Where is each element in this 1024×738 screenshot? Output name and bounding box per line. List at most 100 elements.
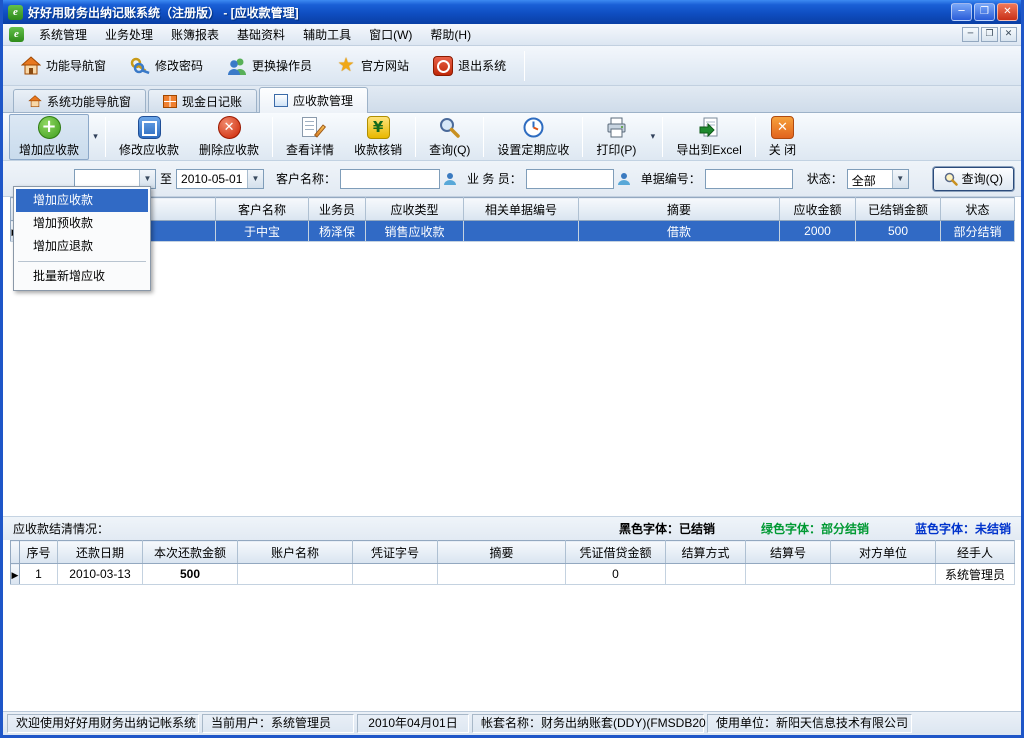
- tab-cash-journal[interactable]: 现金日记账: [148, 89, 257, 112]
- settlement-row[interactable]: ▶ 1 2010-03-13 500 0 系统管理员: [11, 564, 1015, 585]
- main-toolbar: 功能导航窗 修改密码 更换操作员 ★ 官方网站 退出系统: [3, 46, 1021, 86]
- status-company: 使用单位：新阳天信息技术有限公司: [707, 714, 912, 733]
- settlement-legend-bar: 应收款结清情况： 黑色字体：已结销 绿色字体：部分结销 蓝色字体：未结销: [3, 516, 1021, 540]
- col-header-settled: 已结销金额: [856, 198, 941, 221]
- cell-voucher-amount: 0: [566, 564, 666, 585]
- col-header-customer: 客户名称: [216, 198, 309, 221]
- settlement-header-row: 序号 还款日期 本次还款金额 账户名称 凭证字号 摘要 凭证借贷金额 结算方式 …: [11, 541, 1015, 564]
- menu-item-batch-add[interactable]: 批量新增应收: [16, 265, 148, 288]
- change-operator-button[interactable]: 更换操作员: [217, 52, 322, 80]
- print-button[interactable]: 打印(P): [586, 114, 646, 160]
- tab-system-nav[interactable]: 系统功能导航窗: [13, 89, 146, 112]
- salesman-label: 业 务 员：: [467, 170, 522, 187]
- date-to-combobox[interactable]: 2010-05-01 ▼: [176, 169, 264, 189]
- date-to-label: 至: [160, 170, 172, 187]
- title-bar: e 好好用财务出纳记账系统（注册版） - [应收款管理] ─ ❐ ✕: [3, 0, 1021, 24]
- exit-system-button[interactable]: 退出系统: [423, 52, 516, 80]
- export-excel-button[interactable]: 导出到Excel: [666, 114, 751, 160]
- cashbook-icon: [163, 95, 177, 108]
- col-header-summary: 摘要: [438, 541, 566, 564]
- query-button[interactable]: 查询(Q): [419, 114, 480, 160]
- legend-settled: 黑色字体：已结销: [619, 520, 715, 537]
- minimize-button[interactable]: ─: [951, 3, 972, 21]
- menu-basedata[interactable]: 基础资料: [228, 24, 294, 45]
- add-receivable-dropdown-menu: 增加应收款 增加预收款 增加应退款 批量新增应收: [13, 186, 151, 291]
- settle-payment-button[interactable]: ¥ 收款核销: [344, 114, 412, 160]
- receivable-icon: [274, 94, 288, 107]
- menu-bar: e 系统管理 业务处理 账簿报表 基础资料 辅助工具 窗口(W) 帮助(H) ─…: [3, 24, 1021, 46]
- search-icon: [944, 172, 958, 186]
- col-header-no: 序号: [20, 541, 58, 564]
- cell-summary: [438, 564, 566, 585]
- doc-number-label: 单据编号：: [641, 170, 701, 187]
- nav-window-button[interactable]: 功能导航窗: [11, 52, 116, 80]
- menu-window[interactable]: 窗口(W): [360, 24, 421, 45]
- toolbar-separator: [272, 117, 273, 157]
- col-header-type: 应收类型: [366, 198, 464, 221]
- row-selector: ▶: [11, 564, 20, 585]
- yen-icon: ¥: [367, 116, 390, 139]
- cell-repay-date: 2010-03-13: [58, 564, 143, 585]
- status-combobox[interactable]: 全部 ▼: [847, 169, 909, 189]
- customer-name-input[interactable]: [340, 169, 440, 189]
- cell-no: 1: [20, 564, 58, 585]
- mdi-child-icon: e: [9, 27, 24, 42]
- receivables-header-row: 客户名称 业务员 应收类型 相关单据编号 摘要 应收金额 已结销金额 状态: [11, 198, 1015, 221]
- cell-settled: 500: [856, 221, 941, 242]
- customer-person-icon: [443, 172, 457, 185]
- close-button[interactable]: ✕: [997, 3, 1018, 21]
- print-dropdown-arrow[interactable]: ▾: [646, 117, 659, 157]
- filter-query-button[interactable]: 查询(Q): [933, 167, 1014, 191]
- mdi-minimize-button[interactable]: ─: [962, 27, 979, 42]
- action-toolbar: + 增加应收款 ▾ 修改应收款 ✕ 删除应收款 查看详情 ¥ 收款核销 查询(Q…: [3, 113, 1021, 161]
- customer-name-label: 客户名称：: [276, 170, 336, 187]
- cell-handler: 系统管理员: [936, 564, 1015, 585]
- delete-receivable-button[interactable]: ✕ 删除应收款: [189, 114, 269, 160]
- add-receivable-button[interactable]: + 增加应收款: [9, 114, 89, 160]
- col-header-amount: 应收金额: [780, 198, 856, 221]
- maximize-button[interactable]: ❐: [974, 3, 995, 21]
- cell-repay-amount: 500: [143, 564, 238, 585]
- change-password-button[interactable]: 修改密码: [120, 52, 213, 80]
- cell-doc-no: [464, 221, 579, 242]
- window-title: 好好用财务出纳记账系统（注册版） - [应收款管理]: [28, 4, 951, 21]
- exit-icon: [433, 56, 453, 76]
- menu-item-add-refund[interactable]: 增加应退款: [16, 235, 148, 258]
- tab-receivables[interactable]: 应收款管理: [259, 87, 368, 113]
- app-window: e 好好用财务出纳记账系统（注册版） - [应收款管理] ─ ❐ ✕ e 系统管…: [0, 0, 1024, 738]
- settlement-title: 应收款结清情况：: [13, 520, 109, 537]
- mdi-restore-button[interactable]: ❐: [981, 27, 998, 42]
- website-star-icon: ★: [336, 56, 356, 76]
- doc-number-input[interactable]: [705, 169, 793, 189]
- add-receivable-dropdown-arrow[interactable]: ▾: [89, 117, 102, 157]
- toolbar-separator: [582, 117, 583, 157]
- close-tab-button[interactable]: ✕ 关 闭: [759, 114, 806, 160]
- mdi-close-button[interactable]: ✕: [1000, 27, 1017, 42]
- view-detail-button[interactable]: 查看详情: [276, 114, 344, 160]
- cell-customer: 于中宝: [216, 221, 309, 242]
- close-icon: ✕: [771, 116, 794, 139]
- menu-system[interactable]: 系统管理: [30, 24, 96, 45]
- col-header-summary: 摘要: [579, 198, 780, 221]
- status-date: 2010年04月01日: [357, 714, 469, 733]
- menu-item-add-prereceipt[interactable]: 增加预收款: [16, 212, 148, 235]
- col-header-party: 对方单位: [831, 541, 936, 564]
- toolbar-separator: [524, 51, 525, 81]
- schedule-receivable-button[interactable]: 设置定期应收: [487, 114, 579, 160]
- chevron-down-icon: ▼: [247, 170, 263, 188]
- status-account-set: 帐套名称：财务出纳账套(DDY)(FMSDB20: [472, 714, 704, 733]
- menu-item-add-receivable[interactable]: 增加应收款: [16, 189, 148, 212]
- receivable-row[interactable]: ▶ 于中宝 杨泽保 销售应收款 借款 2000 500 部分结销: [11, 221, 1015, 242]
- operators-icon: [227, 56, 247, 76]
- menu-tools[interactable]: 辅助工具: [294, 24, 360, 45]
- menu-books[interactable]: 账簿报表: [162, 24, 228, 45]
- legend-partial: 绿色字体：部分结销: [761, 520, 869, 537]
- status-bar: 欢迎使用好好用财务出纳记帐系统 当前用户：系统管理员 2010年04月01日 帐…: [3, 711, 1021, 735]
- menu-help[interactable]: 帮助(H): [421, 24, 480, 45]
- col-header-settle-no: 结算号: [746, 541, 831, 564]
- salesman-input[interactable]: [526, 169, 614, 189]
- official-website-button[interactable]: ★ 官方网站: [326, 52, 419, 80]
- menu-business[interactable]: 业务处理: [96, 24, 162, 45]
- edit-receivable-button[interactable]: 修改应收款: [109, 114, 189, 160]
- printer-icon: [605, 116, 628, 139]
